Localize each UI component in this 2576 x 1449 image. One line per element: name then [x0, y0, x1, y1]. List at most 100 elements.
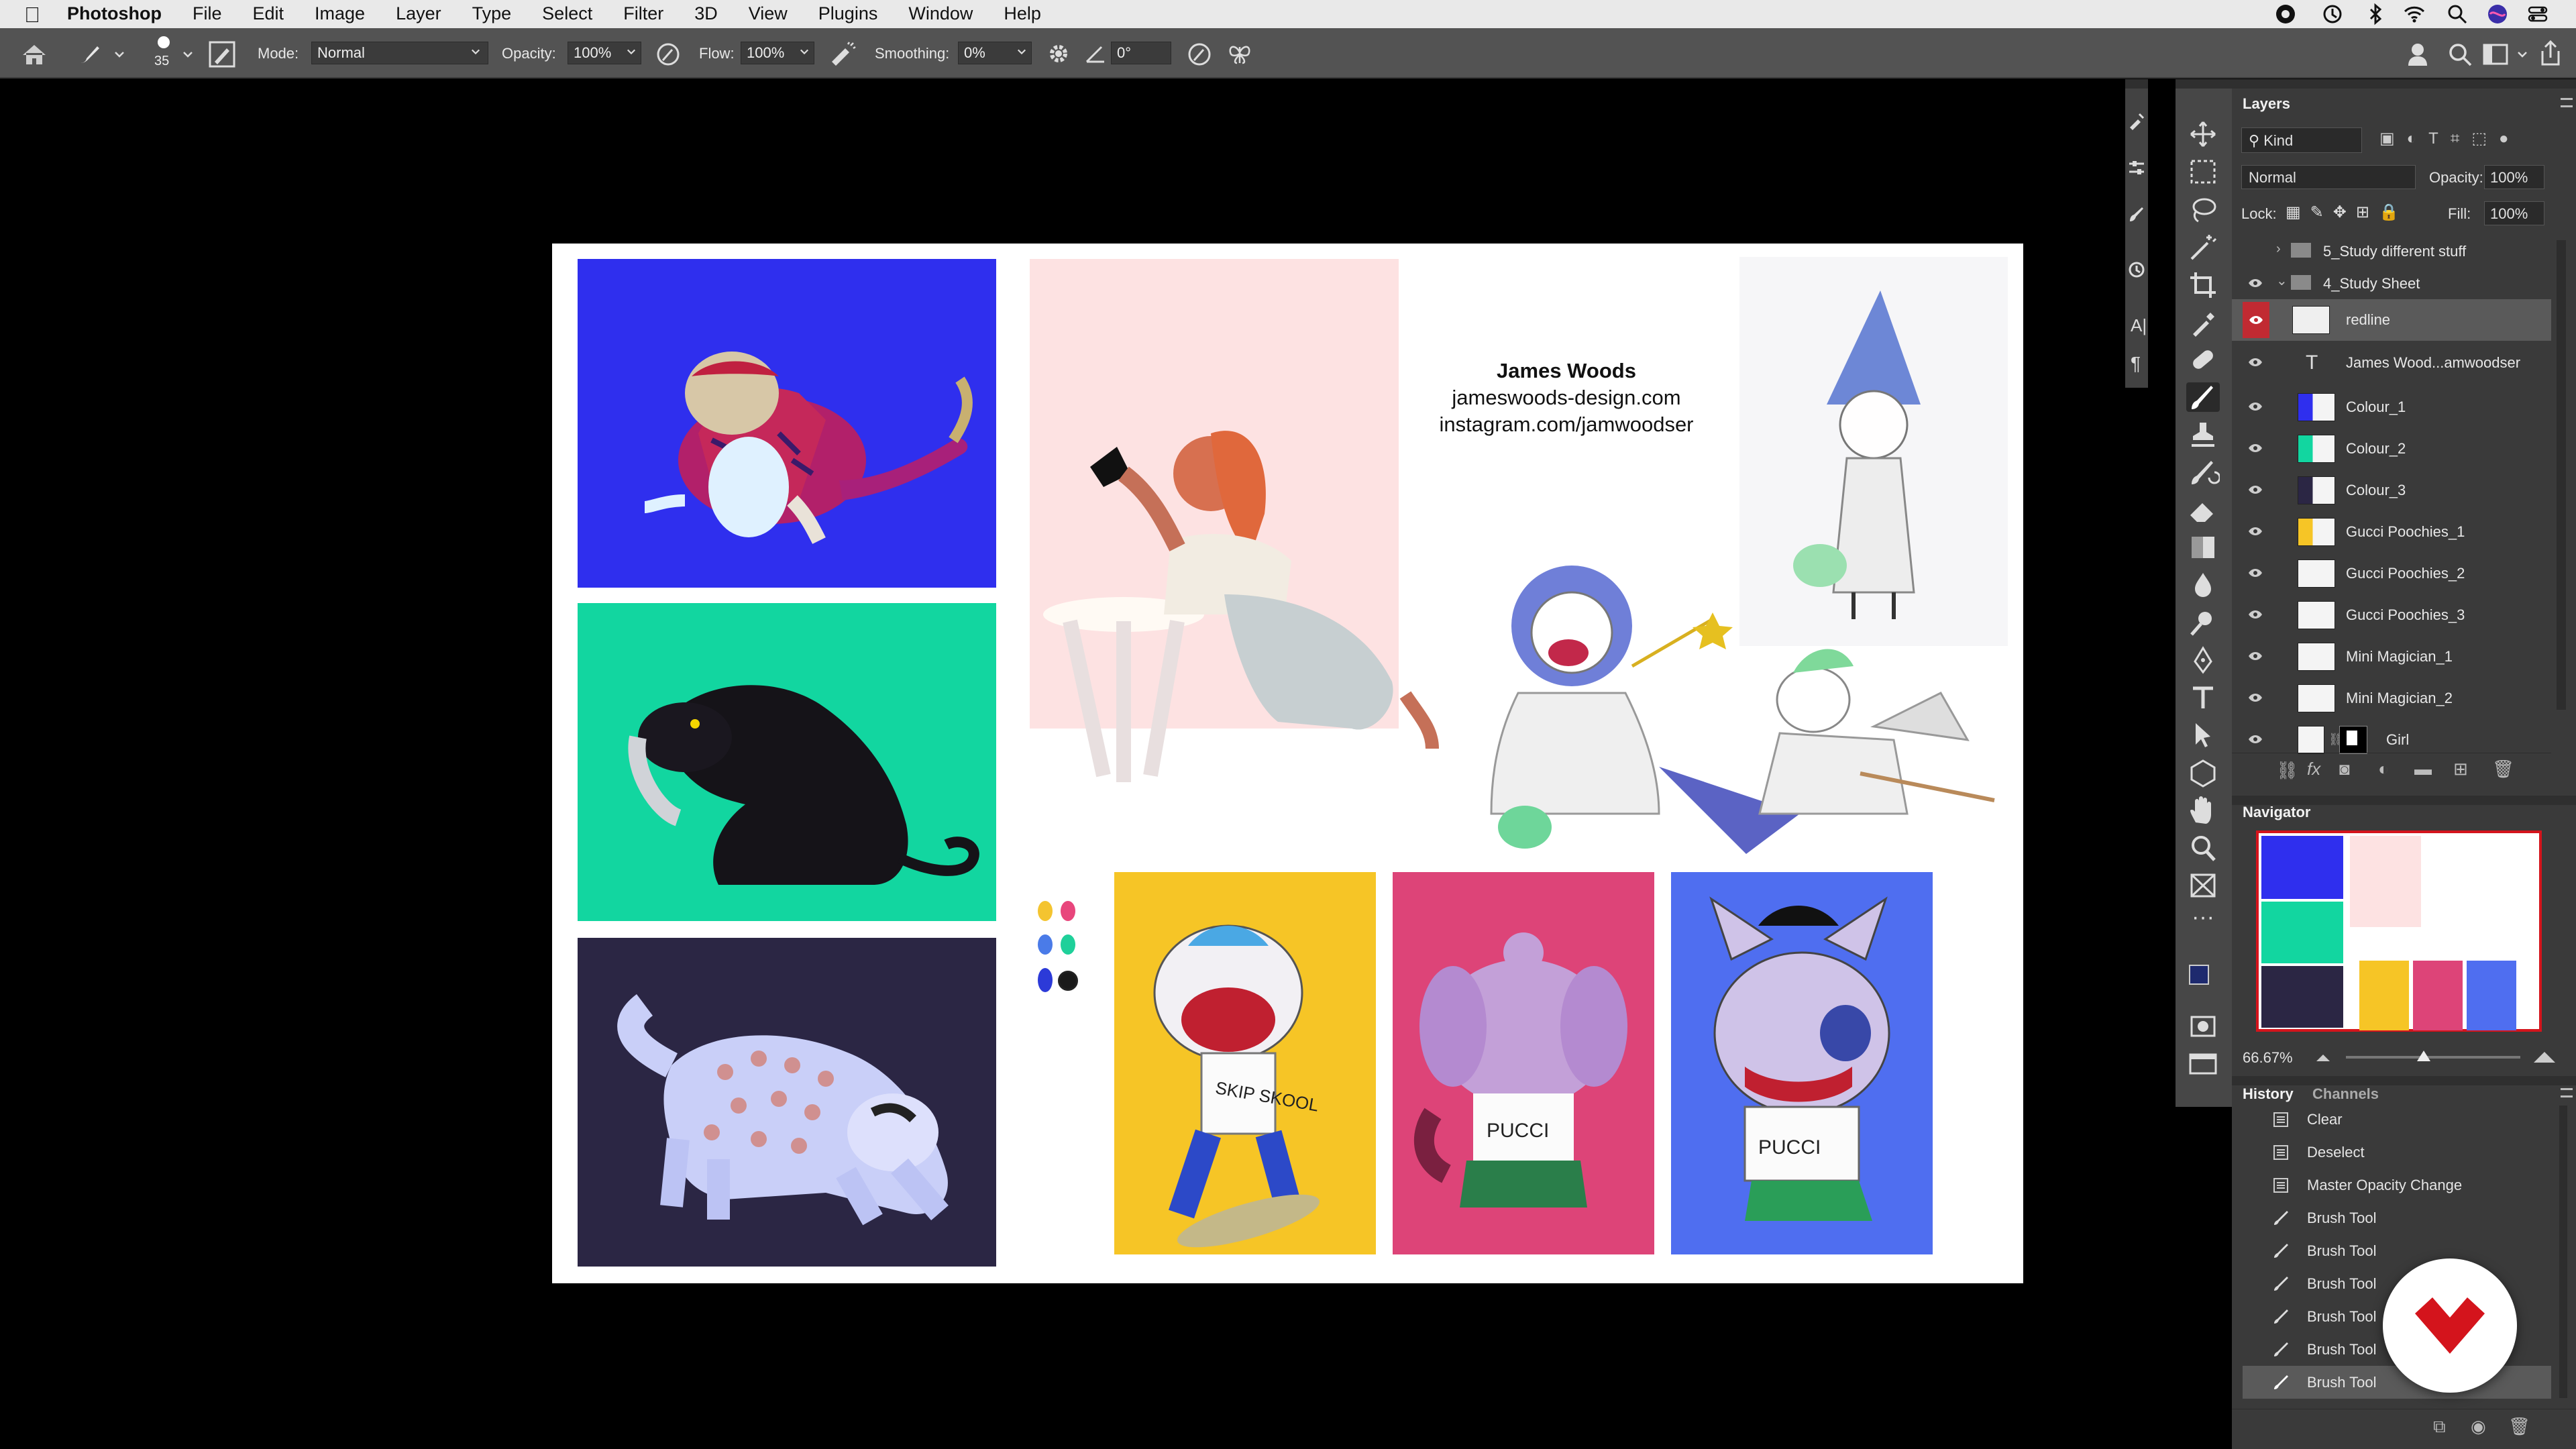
apple-icon[interactable]:  [24, 3, 40, 28]
layer-row[interactable]: › 5_Study different stuff [2232, 235, 2551, 267]
eye-icon[interactable] [2248, 443, 2263, 453]
history-state[interactable]: Master Opacity Change [2243, 1169, 2551, 1201]
navigator-preview[interactable] [2256, 830, 2542, 1032]
layer-row[interactable]: Gucci Poochies_3 [2232, 594, 2551, 636]
brush-settings-icon[interactable] [2127, 111, 2146, 130]
brush-tool-button[interactable] [2186, 382, 2220, 412]
marquee-tool-icon[interactable] [2186, 157, 2220, 186]
layer-row[interactable]: Colour_2 [2232, 428, 2551, 470]
history-tab[interactable]: History [2243, 1085, 2294, 1103]
menu-window[interactable]: Window [908, 3, 973, 24]
layers-scrollbar[interactable] [2557, 240, 2566, 710]
record-status-icon[interactable] [2274, 3, 2297, 25]
character-panel-icon[interactable]: A| [2131, 315, 2147, 336]
gear-icon[interactable] [1046, 42, 1071, 66]
blur-tool-icon[interactable] [2186, 570, 2220, 600]
history-brush-tool-icon[interactable] [2186, 458, 2220, 487]
shape-tool-icon[interactable] [2186, 758, 2220, 788]
layer-row[interactable]: Mini Magician_2 [2232, 678, 2551, 719]
fx-icon[interactable]: fx [2307, 759, 2320, 780]
menu-type[interactable]: Type [472, 3, 512, 24]
camera-snapshot-icon[interactable]: ◉ [2471, 1416, 2486, 1437]
link-layers-icon[interactable]: ⛓ [2276, 760, 2298, 781]
magic-wand-tool-icon[interactable] [2186, 232, 2220, 262]
eye-icon[interactable] [2248, 357, 2263, 368]
layer-row[interactable]: Colour_1 [2232, 386, 2551, 428]
add-mask-icon[interactable]: ◙ [2339, 759, 2350, 780]
wifi-icon[interactable] [2403, 3, 2426, 25]
eye-icon[interactable] [2248, 278, 2263, 288]
delete-layer-icon[interactable]: 🗑 [2492, 759, 2514, 780]
chevron-down-icon[interactable] [2517, 50, 2528, 59]
panel-menu-icon[interactable] [2561, 98, 2573, 107]
menu-app-name[interactable]: Photoshop [67, 3, 162, 24]
chevron-down-icon[interactable] [1017, 47, 1026, 56]
menu-plugins[interactable]: Plugins [818, 3, 878, 24]
layer-row-selected[interactable]: redline [2232, 299, 2551, 341]
eye-icon[interactable] [2248, 484, 2263, 495]
clone-stamp-tool-icon[interactable] [2186, 420, 2220, 449]
layer-row[interactable]: Gucci Poochies_1 [2232, 511, 2551, 553]
eraser-tool-icon[interactable] [2186, 495, 2220, 525]
workspace-icon[interactable] [2482, 42, 2509, 67]
chevron-down-icon[interactable] [627, 47, 636, 56]
history-panel-icon[interactable] [2127, 260, 2146, 279]
brush-presets-icon[interactable] [2127, 205, 2146, 224]
adjustment-layer-icon[interactable]: ◐ [2378, 759, 2389, 780]
control-center-icon[interactable] [2526, 3, 2549, 25]
eye-icon[interactable] [2248, 734, 2263, 745]
blend-mode-select[interactable]: Normal [2241, 165, 2416, 189]
home-icon[interactable] [20, 42, 48, 67]
new-layer-icon[interactable]: ⊞ [2453, 759, 2468, 780]
brush-preset-icon[interactable] [76, 43, 103, 66]
menu-view[interactable]: View [749, 3, 788, 24]
eye-icon[interactable] [2248, 526, 2263, 537]
eye-icon[interactable] [2248, 568, 2263, 578]
move-tool-icon[interactable] [2186, 119, 2220, 149]
dodge-tool-icon[interactable] [2186, 608, 2220, 637]
cloud-docs-icon[interactable] [2406, 40, 2435, 67]
layer-mask-thumbnail[interactable] [2339, 726, 2367, 754]
layer-visibility-toggle[interactable] [2243, 302, 2269, 338]
artboard-frame-tool-icon[interactable] [2186, 871, 2220, 900]
history-state[interactable]: Clear [2243, 1103, 2551, 1136]
brush-size-picker[interactable]: 35 [150, 34, 177, 74]
layer-opacity-input[interactable]: 100% [2484, 165, 2544, 189]
layer-row[interactable]: Mini Magician_1 [2232, 636, 2551, 678]
siri-icon[interactable] [2486, 3, 2509, 25]
document-canvas[interactable]: James Woods jameswoods-design.com instag… [552, 244, 2023, 1283]
channels-tab[interactable]: Channels [2312, 1085, 2379, 1103]
color-picker-swatches[interactable] [2185, 955, 2222, 996]
zoom-in-icon[interactable] [2532, 1048, 2557, 1065]
bluetooth-icon[interactable] [2364, 3, 2387, 25]
navigator-zoom-slider[interactable] [2346, 1056, 2520, 1059]
time-machine-icon[interactable] [2321, 3, 2344, 25]
lasso-tool-icon[interactable] [2186, 195, 2220, 224]
zoom-out-icon[interactable] [2315, 1051, 2331, 1064]
type-tool-icon[interactable] [2186, 683, 2220, 712]
pen-tool-icon[interactable] [2186, 645, 2220, 675]
menu-help[interactable]: Help [1004, 3, 1041, 24]
adjustments-icon[interactable] [2127, 158, 2146, 177]
lock-options-icons[interactable]: ▦✎✥⊞🔒 [2286, 203, 2408, 222]
navigator-panel-title[interactable]: Navigator [2243, 804, 2310, 821]
screen-mode-icon[interactable] [2186, 1049, 2220, 1079]
path-selection-tool-icon[interactable] [2186, 720, 2220, 750]
layer-filter-type-icons[interactable]: ▣◐T⌗⬚● [2379, 129, 2567, 152]
history-state[interactable]: Deselect [2243, 1136, 2551, 1169]
layer-row[interactable]: ⌄ 4_Study Sheet [2232, 267, 2551, 299]
menu-select[interactable]: Select [542, 3, 592, 24]
healing-brush-tool-icon[interactable] [2186, 345, 2220, 374]
layer-row[interactable]: T James Wood...amwoodser [2232, 342, 2551, 386]
eye-icon[interactable] [2248, 401, 2263, 412]
layers-panel-title[interactable]: Layers [2243, 95, 2290, 113]
quick-mask-icon[interactable] [2186, 1012, 2220, 1041]
layer-row[interactable]: Colour_3 [2232, 470, 2551, 511]
chevron-down-icon[interactable] [114, 50, 125, 59]
pressure-opacity-icon[interactable] [655, 42, 682, 67]
delete-state-icon[interactable]: 🗑 [2508, 1416, 2530, 1437]
new-document-from-state-icon[interactable]: ⧉ [2433, 1416, 2446, 1438]
airbrush-icon[interactable] [828, 42, 857, 67]
panel-menu-icon[interactable] [2561, 1088, 2573, 1097]
hand-tool-icon[interactable] [2186, 796, 2220, 825]
